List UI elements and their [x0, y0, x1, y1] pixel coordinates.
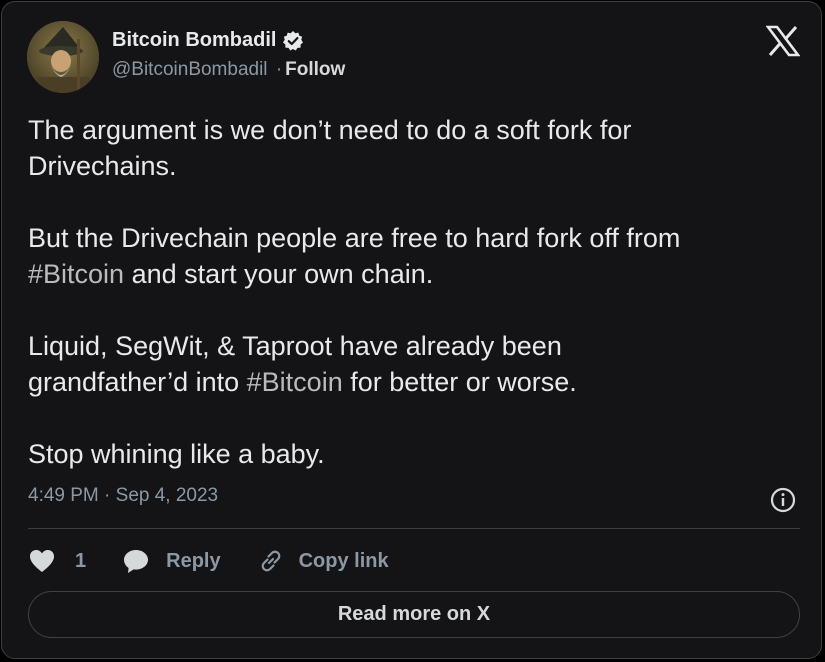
tweet-line: Stop whining like a baby. — [28, 439, 325, 469]
tweet-paragraph: But the Drivechain people are free to ha… — [28, 220, 798, 292]
follow-link[interactable]: Follow — [285, 59, 345, 80]
copy-link-label: Copy link — [298, 549, 389, 572]
like-count: 1 — [75, 549, 87, 572]
verified-badge-icon — [282, 30, 304, 52]
action-bar: 1 Reply Copy link — [28, 543, 389, 579]
reply-label: Reply — [166, 549, 221, 572]
reply-bubble-icon — [122, 547, 150, 575]
author-name-row: Bitcoin Bombadil — [112, 29, 304, 52]
tweet-line: and start your own chain. — [124, 259, 434, 289]
hashtag-link[interactable]: #Bitcoin — [247, 367, 343, 397]
avatar-image — [27, 21, 99, 93]
copy-link-button[interactable]: Copy link — [257, 547, 389, 575]
reply-button[interactable]: Reply — [122, 547, 221, 575]
heart-icon — [28, 548, 56, 574]
x-logo-icon[interactable] — [765, 25, 801, 57]
tweet-line: grandfather’d into — [28, 367, 247, 397]
hashtag-link[interactable]: #Bitcoin — [28, 259, 124, 289]
tweet-paragraph: Liquid, SegWit, & Taproot have already b… — [28, 328, 798, 400]
read-more-button[interactable]: Read more on X — [28, 591, 800, 638]
tweet-line: for better or worse. — [342, 367, 577, 397]
tweet-paragraph: Stop whining like a baby. — [28, 436, 798, 472]
tweet-line: The argument is we don’t need to do a so… — [28, 115, 632, 145]
tweet-line: But the Drivechain people are free to ha… — [28, 223, 681, 253]
author-handle[interactable]: @BitcoinBombadil — [112, 59, 268, 80]
divider — [28, 528, 800, 529]
tweet-line: Drivechains. — [28, 151, 177, 181]
link-icon — [257, 547, 285, 575]
like-button[interactable]: 1 — [28, 548, 86, 574]
author-handle-row: @BitcoinBombadil · Follow — [112, 59, 345, 81]
info-icon[interactable] — [769, 486, 797, 514]
tweet-paragraph: The argument is we don’t need to do a so… — [28, 112, 798, 184]
tweet-text: The argument is we don’t need to do a so… — [28, 112, 798, 472]
avatar[interactable] — [27, 21, 99, 93]
author-name[interactable]: Bitcoin Bombadil — [112, 29, 276, 52]
tweet-timestamp[interactable]: 4:49 PM · Sep 4, 2023 — [28, 485, 218, 507]
tweet-line: Liquid, SegWit, & Taproot have already b… — [28, 331, 562, 361]
tweet-embed-card: Bitcoin Bombadil @BitcoinBombadil · Follo… — [1, 1, 822, 659]
separator: · — [275, 59, 283, 80]
